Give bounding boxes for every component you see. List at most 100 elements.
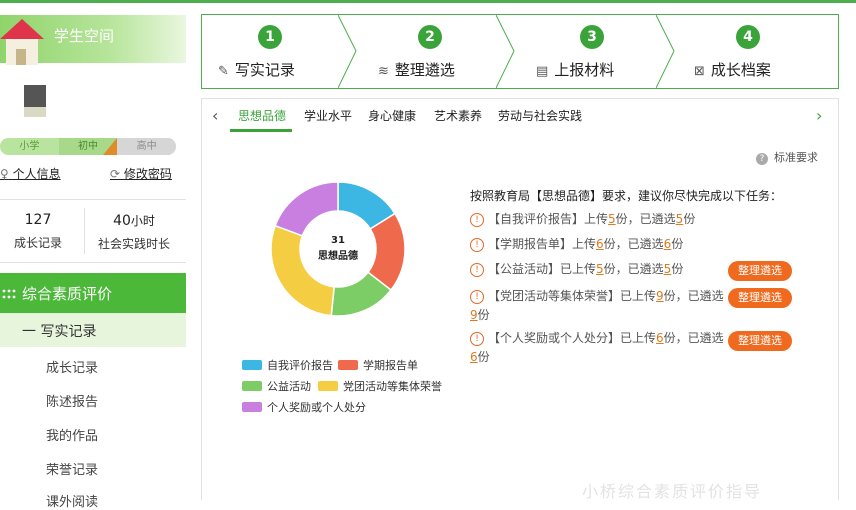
tab-labor[interactable]: 劳动与社会实践: [498, 107, 582, 124]
step-3-label-wrap: ▤上报材料: [536, 59, 614, 80]
grade-selector: 小学 初中 高中: [0, 138, 176, 155]
change-password-label: 修改密码: [124, 167, 172, 181]
chevron-left-icon[interactable]: ‹: [212, 106, 218, 125]
standard-requirement-link[interactable]: ?标准要求: [756, 149, 818, 165]
chevron-right-icon[interactable]: ›: [816, 106, 822, 125]
tab-academic[interactable]: 学业水平: [304, 107, 352, 124]
task-text: 【个人奖励或个人处分】已上传: [488, 331, 656, 345]
tab-health[interactable]: 身心健康: [368, 107, 416, 124]
category-tabs: ‹ 思想品德 学业水平 身心健康 艺术素养 劳动与社会实践 ›: [201, 98, 839, 134]
uploaded-count[interactable]: 6: [656, 331, 664, 345]
grid-dots-icon: [2, 289, 16, 299]
organize-select-button[interactable]: 整理遴选: [728, 288, 792, 308]
change-password-link[interactable]: ⟳ 修改密码: [110, 165, 172, 182]
uploaded-count[interactable]: 6: [596, 237, 604, 251]
step-1-label: 写实记录: [235, 61, 295, 79]
help-icon: ?: [756, 153, 768, 165]
grade-junior-label: 初中: [78, 141, 98, 152]
legend-item: 个人奖励或个人处分: [242, 399, 366, 415]
menu-sub-records[interactable]: 一 写实记录: [0, 313, 186, 347]
tab-moral[interactable]: 思想品德: [238, 107, 286, 124]
legend-swatch: [318, 381, 338, 391]
tab-art[interactable]: 艺术素养: [434, 107, 482, 124]
menu-item-statement[interactable]: 陈述报告: [46, 391, 98, 410]
organize-select-button[interactable]: 整理遴选: [728, 261, 792, 281]
task-item: !【党团活动等集体荣誉】已上传9份，已遴选9份: [470, 287, 730, 325]
step-1[interactable]: 1 ✎ 写实记录: [202, 15, 352, 88]
task-text: 份，已遴选: [604, 237, 664, 251]
legend-item: 学期报告单: [338, 357, 418, 373]
avatar-shadow: [24, 107, 46, 117]
organize-select-button[interactable]: 整理遴选: [728, 331, 792, 351]
sidebar: 学生空间 小学 初中 高中 ♀ 个人信息 ⟳ 修改密码 127 成长记录 40小: [0, 3, 186, 500]
step-4[interactable]: 4 ⊠成长档案: [678, 15, 838, 88]
legend-item: 自我评价报告: [242, 357, 333, 373]
grade-junior[interactable]: 初中: [59, 138, 118, 155]
legend-swatch: [242, 402, 262, 412]
stat-practice-unit: 小时: [131, 214, 155, 228]
task-text: 份: [683, 212, 695, 226]
progress-steps: 1 ✎ 写实记录 2 ≋整理遴选 3 ▤上报材料 4 ⊠成长档案: [201, 14, 839, 89]
legend-item: 公益活动: [242, 378, 311, 394]
task-text: 份: [478, 308, 490, 322]
stats-row: 127 成长记录 40小时 社会实践时长: [0, 199, 186, 263]
menu-item-growth[interactable]: 成长记录: [46, 357, 98, 376]
stat-practice-value-wrap: 40小时: [88, 212, 180, 229]
task-text: 份: [671, 237, 683, 251]
donut-slice[interactable]: [275, 182, 338, 236]
step-3[interactable]: 3 ▤上报材料: [518, 15, 678, 88]
step-2-number: 2: [418, 25, 442, 49]
menu-item-works[interactable]: 我的作品: [46, 425, 98, 444]
grade-senior[interactable]: 高中: [117, 138, 176, 155]
refresh-icon: ⟳: [110, 167, 120, 181]
stat-divider: [84, 208, 85, 254]
avatar-area: [0, 65, 186, 137]
legend-swatch: [338, 360, 358, 370]
step-separator: [338, 15, 358, 88]
warning-icon: !: [470, 213, 484, 227]
donut-center-value: 31: [269, 235, 407, 246]
legend-label: 个人奖励或个人处分: [267, 401, 366, 414]
uploaded-count[interactable]: 5: [608, 212, 616, 226]
menu-item-reading[interactable]: 课外阅读: [46, 491, 98, 510]
layers-icon: ≋: [378, 64, 389, 79]
stat-practice-hours[interactable]: 40小时 社会实践时长: [88, 200, 180, 262]
legend-label: 自我评价报告: [267, 359, 333, 372]
legend-swatch: [242, 360, 262, 370]
active-tab-indicator: [230, 129, 292, 132]
task-text: 份，已遴选: [664, 331, 724, 345]
stat-growth-value: 127: [0, 212, 84, 228]
pencil-icon: [103, 138, 117, 155]
legend-item: 党团活动等集体荣誉: [318, 378, 442, 394]
pencil-icon: ✎: [218, 64, 229, 79]
menu-header-quality-eval[interactable]: 综合素质评价: [0, 273, 186, 313]
step-1-number: 1: [258, 25, 282, 49]
selected-count[interactable]: 6: [470, 350, 478, 364]
stat-growth-records[interactable]: 127 成长记录: [0, 200, 84, 262]
warning-icon: !: [470, 263, 484, 277]
warning-icon: !: [470, 238, 484, 252]
task-text: 份，已遴选: [616, 212, 676, 226]
uploaded-count[interactable]: 9: [656, 289, 664, 303]
step-4-label-wrap: ⊠成长档案: [694, 59, 771, 80]
selected-count[interactable]: 9: [470, 308, 478, 322]
user-icon: ♀: [0, 167, 9, 181]
uploaded-count[interactable]: 5: [596, 262, 604, 276]
step-2-label-wrap: ≋整理遴选: [378, 59, 455, 80]
grade-primary[interactable]: 小学: [0, 138, 59, 155]
step-3-number: 3: [580, 25, 604, 49]
task-text: 份: [671, 262, 683, 276]
student-space-header: 学生空间: [0, 15, 186, 63]
task-text: 份，已遴选: [664, 289, 724, 303]
task-item: !【自我评价报告】上传5份，已遴选5份: [470, 210, 730, 229]
watermark: 小桥综合素质评价指导: [582, 478, 762, 502]
profile-link[interactable]: ♀ 个人信息: [0, 165, 61, 182]
task-intro: 按照教育局【思想品德】要求，建议你尽快完成以下任务：: [470, 187, 782, 204]
menu-header-label: 综合素质评价: [22, 283, 112, 304]
step-2[interactable]: 2 ≋整理遴选: [360, 15, 510, 88]
avatar[interactable]: [24, 85, 46, 107]
warning-icon: !: [470, 290, 484, 304]
menu-item-honors[interactable]: 荣誉记录: [46, 459, 98, 478]
legend-swatch: [242, 381, 262, 391]
step-3-label: 上报材料: [554, 61, 614, 79]
